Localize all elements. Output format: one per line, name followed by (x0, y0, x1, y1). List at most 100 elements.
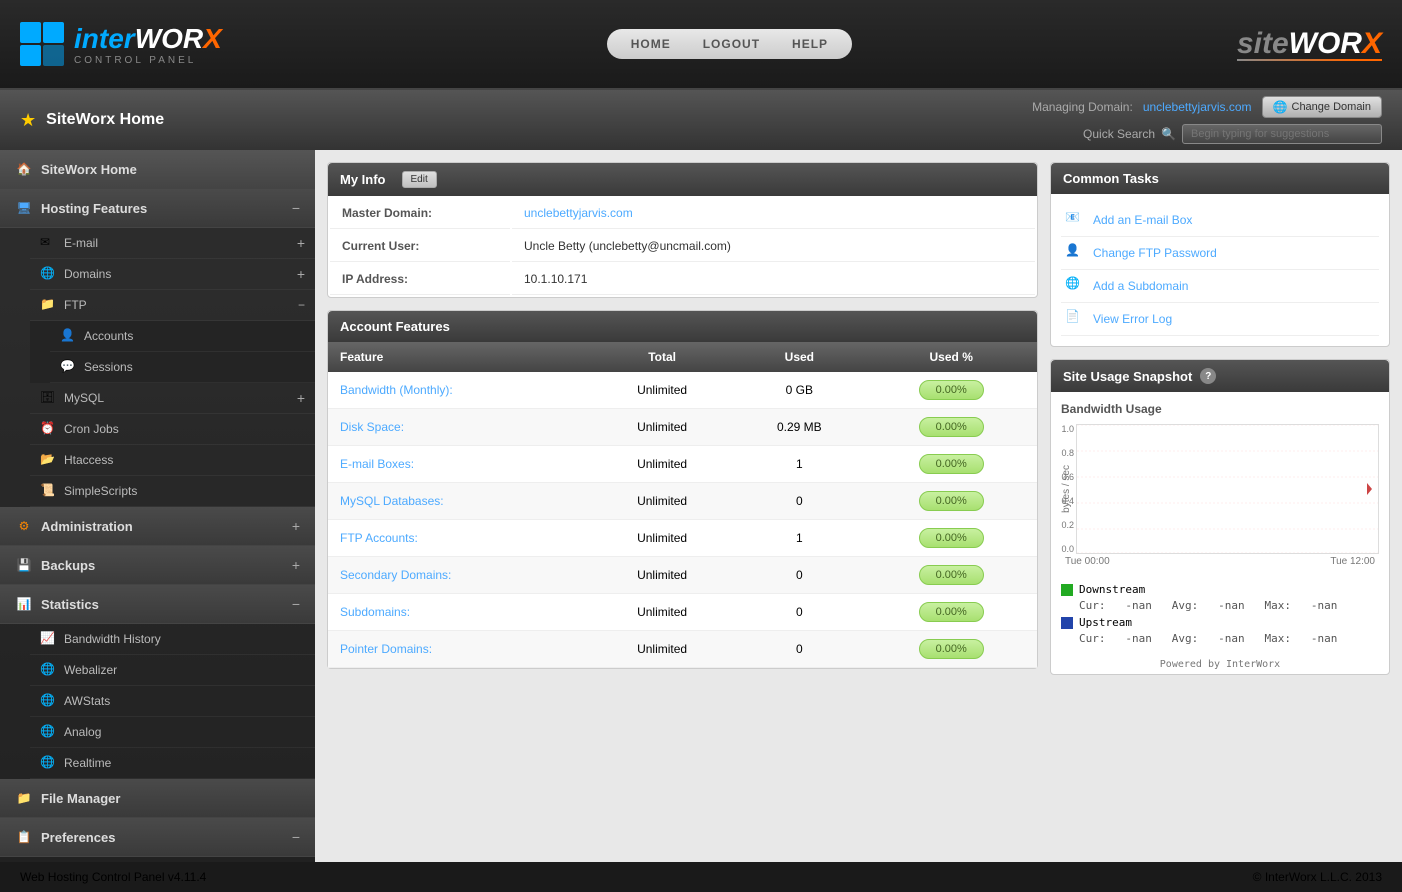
sidebar-item-domains[interactable]: 🌐 Domains + (30, 259, 315, 290)
feature-name[interactable]: Bandwidth (Monthly): (328, 372, 591, 409)
sidebar-item-awstats[interactable]: 🌐 AWStats (30, 686, 315, 717)
sidebar-section-filemanager: 📁 File Manager (0, 779, 315, 818)
sidebar-item-file-manager[interactable]: 📁 File Manager (0, 779, 315, 818)
home-icon: 🏠 (15, 160, 33, 178)
feature-total: Unlimited (591, 483, 733, 520)
email-label: E-mail (64, 236, 297, 250)
upstream-max: -nan (1311, 632, 1338, 645)
chart-time-labels: Tue 00:00 Tue 12:00 (1061, 556, 1379, 567)
col-feature: Feature (328, 342, 591, 372)
email-icon: ✉ (40, 235, 56, 251)
sidebar-item-preferences-sub[interactable]: 📋 Preferences (30, 857, 315, 862)
mysql-plus: + (297, 390, 305, 406)
account-features-body: Feature Total Used Used % Bandwidth (Mon… (328, 342, 1037, 668)
feature-used: 0.29 MB (733, 409, 865, 446)
feature-name[interactable]: E-mail Boxes: (328, 446, 591, 483)
my-info-edit-button[interactable]: Edit (402, 171, 437, 188)
sidebar-item-home[interactable]: 🏠 SiteWorx Home (0, 150, 315, 189)
siteworx-logo: site WOR X (1237, 27, 1382, 61)
feature-name[interactable]: Pointer Domains: (328, 631, 591, 668)
features-table: Feature Total Used Used % Bandwidth (Mon… (328, 342, 1037, 668)
master-domain-link[interactable]: unclebettyjarvis.com (524, 206, 633, 220)
help-icon[interactable]: ? (1200, 368, 1216, 384)
sidebar-item-statistics[interactable]: 📊 Statistics − (0, 585, 315, 624)
statistics-children: 📈 Bandwidth History 🌐 Webalizer 🌐 AWStat… (0, 624, 315, 779)
nav-home-button[interactable]: HOME (615, 33, 687, 55)
table-row: Bandwidth (Monthly): Unlimited 0 GB 0.00… (328, 372, 1037, 409)
feature-name[interactable]: MySQL Databases: (328, 483, 591, 520)
ftp-children: 👤 Accounts 💬 Sessions (30, 321, 315, 383)
bw-icon: 📈 (40, 631, 56, 647)
task-view-error-log[interactable]: 📄 View Error Log (1061, 303, 1379, 336)
my-info-body: Master Domain: unclebettyjarvis.com Curr… (328, 196, 1037, 297)
search-input[interactable] (1182, 124, 1382, 144)
change-domain-button[interactable]: 🌐 Change Domain (1262, 96, 1382, 118)
feature-name[interactable]: Subdomains: (328, 594, 591, 631)
realtime-label: Realtime (64, 756, 305, 770)
accounts-label: Accounts (84, 329, 305, 343)
time-right-label: Tue 12:00 (1330, 556, 1375, 567)
sidebar-item-sessions[interactable]: 💬 Sessions (50, 352, 315, 383)
downstream-row: Downstream (1061, 583, 1379, 596)
sidebar-item-realtime[interactable]: 🌐 Realtime (30, 748, 315, 779)
quick-search-label: Quick Search (1083, 127, 1155, 141)
feature-name[interactable]: Disk Space: (328, 409, 591, 446)
sidebar-item-cron-jobs[interactable]: ⏰ Cron Jobs (30, 414, 315, 445)
feature-percent: 0.00% (865, 557, 1037, 594)
webalizer-label: Webalizer (64, 663, 305, 677)
sidebar-item-bandwidth-history[interactable]: 📈 Bandwidth History (30, 624, 315, 655)
logo-x: X (203, 23, 222, 55)
downstream-avg: -nan (1218, 599, 1245, 612)
y-tick-4: 0.4 (1046, 496, 1074, 506)
bandwidth-chart: Bandwidth Usage bytes / sec 1.0 0.8 0.6 … (1051, 392, 1389, 577)
col-total: Total (591, 342, 733, 372)
table-row: Master Domain: unclebettyjarvis.com (330, 198, 1035, 229)
ftp-icon: 📁 (40, 297, 56, 313)
sidebar-item-htaccess[interactable]: 📂 Htaccess (30, 445, 315, 476)
cron-icon: ⏰ (40, 421, 56, 437)
footer: Web Hosting Control Panel v4.11.4 © Inte… (0, 862, 1402, 892)
upstream-dot (1061, 617, 1073, 629)
site-usage-card: Site Usage Snapshot ? Bandwidth Usage by… (1050, 359, 1390, 675)
sidebar-item-administration[interactable]: ⚙ Administration + (0, 507, 315, 546)
sidebar-item-mysql[interactable]: 🗄 MySQL + (30, 383, 315, 414)
feature-percent: 0.00% (865, 483, 1037, 520)
task-change-ftp-label: Change FTP Password (1093, 246, 1217, 260)
sessions-label: Sessions (84, 360, 305, 374)
scripts-icon: 📜 (40, 483, 56, 499)
sidebar-item-email[interactable]: ✉ E-mail + (30, 228, 315, 259)
htaccess-icon: 📂 (40, 452, 56, 468)
hosting-features-label: Hosting Features (41, 201, 292, 216)
nav-logout-button[interactable]: LOGOUT (687, 33, 776, 55)
mysql-icon: 🗄 (40, 390, 56, 406)
sidebar-item-accounts[interactable]: 👤 Accounts (50, 321, 315, 352)
nav-help-button[interactable]: HELP (776, 33, 844, 55)
feature-name[interactable]: Secondary Domains: (328, 557, 591, 594)
table-row: Pointer Domains: Unlimited 0 0.00% (328, 631, 1037, 668)
common-tasks-list: 📧 Add an E-mail Box 👤 Change FTP Passwor… (1051, 194, 1389, 346)
feature-used: 0 (733, 557, 865, 594)
current-user-label: Current User: (330, 231, 510, 262)
breadcrumb: ★ SiteWorx Home (20, 110, 164, 131)
sidebar-item-hosting-features[interactable]: 🖥 Hosting Features − (0, 189, 315, 228)
domains-plus: + (297, 266, 305, 282)
siteworx-x: X (1362, 27, 1382, 61)
sidebar-item-analog[interactable]: 🌐 Analog (30, 717, 315, 748)
sidebar-item-preferences[interactable]: 📋 Preferences − (0, 818, 315, 857)
sidebar-item-ftp[interactable]: 📁 FTP − (30, 290, 315, 321)
sidebar-item-simplescripts[interactable]: 📜 SimpleScripts (30, 476, 315, 507)
hosting-features-toggle: − (292, 200, 300, 216)
task-change-ftp[interactable]: 👤 Change FTP Password (1061, 237, 1379, 270)
main-layout: 🏠 SiteWorx Home 🖥 Hosting Features − ✉ E… (0, 150, 1402, 862)
sidebar-item-backups[interactable]: 💾 Backups + (0, 546, 315, 585)
sidebar: 🏠 SiteWorx Home 🖥 Hosting Features − ✉ E… (0, 150, 315, 862)
downstream-cur: -nan (1125, 599, 1152, 612)
task-add-subdomain[interactable]: 🌐 Add a Subdomain (1061, 270, 1379, 303)
table-row: Subdomains: Unlimited 0 0.00% (328, 594, 1037, 631)
features-header-row: Feature Total Used Used % (328, 342, 1037, 372)
time-left-label: Tue 00:00 (1065, 556, 1110, 567)
feature-name[interactable]: FTP Accounts: (328, 520, 591, 557)
sidebar-item-webalizer[interactable]: 🌐 Webalizer (30, 655, 315, 686)
managing-domain-link[interactable]: unclebettyjarvis.com (1143, 100, 1252, 114)
task-add-email[interactable]: 📧 Add an E-mail Box (1061, 204, 1379, 237)
